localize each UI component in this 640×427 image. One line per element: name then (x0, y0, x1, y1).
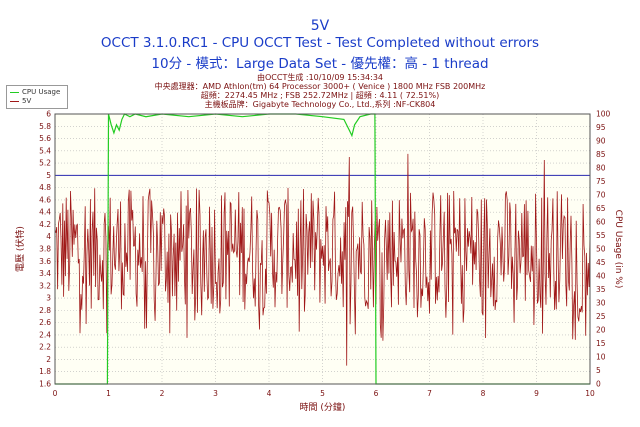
y-tick-label: 4 (46, 232, 51, 241)
x-tick-label: 5 (320, 389, 325, 398)
y-tick-label: 4.6 (39, 195, 51, 204)
y-tick-label: 3.2 (39, 281, 51, 290)
plot-area: 0 1 2 3 4 5 6 7 8 9 101.61.822.22.42.62.833.23.43.… (14, 110, 623, 414)
x-tick-label: 3 (213, 389, 218, 398)
y-tick-label: 3 (46, 294, 51, 303)
y2-tick-label: 20 (596, 326, 606, 335)
y2-tick-label: 35 (596, 285, 606, 294)
y-tick-label: 3.8 (39, 245, 51, 254)
y-tick-label: 2.8 (39, 306, 51, 315)
y2-tick-label: 5 (596, 366, 601, 375)
y2-tick-label: 15 (596, 339, 606, 348)
y-tick-label: 5.6 (39, 134, 51, 143)
y2-tick-label: 45 (596, 258, 606, 267)
x-tick-label: 6 (374, 389, 379, 398)
y-tick-label: 2.2 (39, 343, 51, 352)
y2-tick-label: 25 (596, 312, 606, 321)
y2-tick-label: 85 (596, 150, 606, 159)
y2-tick-label: 30 (596, 299, 606, 308)
y2-tick-label: 60 (596, 218, 606, 227)
y-tick-label: 5.4 (39, 146, 51, 155)
y-tick-label: 6 (46, 110, 51, 119)
y2-tick-label: 100 (596, 110, 611, 119)
y-tick-label: 1.8 (39, 367, 51, 376)
y2-tick-label: 65 (596, 204, 606, 213)
y2-tick-label: 90 (596, 137, 606, 146)
y2-tick-label: 10 (596, 353, 606, 362)
y-tick-label: 3.4 (39, 269, 51, 278)
x-tick-label: 1 (106, 389, 111, 398)
x-tick-label: 4 (267, 389, 272, 398)
y-tick-label: 1.6 (39, 380, 51, 389)
y2-axis-label: CPU Usage (in %) (613, 210, 623, 289)
y-tick-label: 5.8 (39, 122, 51, 131)
x-tick-label: 9 (534, 389, 539, 398)
x-tick-label: 8 (481, 389, 486, 398)
x-tick-label: 7 (427, 389, 432, 398)
y-tick-label: 4.2 (39, 220, 51, 229)
y2-tick-label: 40 (596, 272, 606, 281)
y2-tick-label: 55 (596, 231, 606, 240)
x-tick-label: 2 (160, 389, 165, 398)
y2-tick-label: 80 (596, 164, 606, 173)
x-tick-label: 0 (53, 389, 58, 398)
chart-window: 5V OCCT 3.1.0.RC1 - CPU OCCT Test - Test… (0, 0, 640, 427)
y-tick-label: 2.4 (39, 330, 51, 339)
y2-tick-label: 95 (596, 123, 606, 132)
y-tick-label: 2.6 (39, 318, 51, 327)
y-tick-label: 4.8 (39, 183, 51, 192)
x-tick-label: 10 (585, 389, 595, 398)
y-axis-label: 電壓 (伏特) (14, 226, 26, 272)
y-tick-label: 5 (46, 171, 51, 180)
y-tick-label: 4.4 (39, 208, 51, 217)
y-tick-label: 5.2 (39, 159, 51, 168)
y-tick-label: 2 (46, 355, 51, 364)
y2-tick-label: 75 (596, 177, 606, 186)
y2-tick-label: 0 (596, 380, 601, 389)
y2-tick-label: 70 (596, 191, 606, 200)
x-axis-label: 時間 (分鐘) (300, 401, 346, 413)
y2-tick-label: 50 (596, 245, 606, 254)
y-tick-label: 3.6 (39, 257, 51, 266)
